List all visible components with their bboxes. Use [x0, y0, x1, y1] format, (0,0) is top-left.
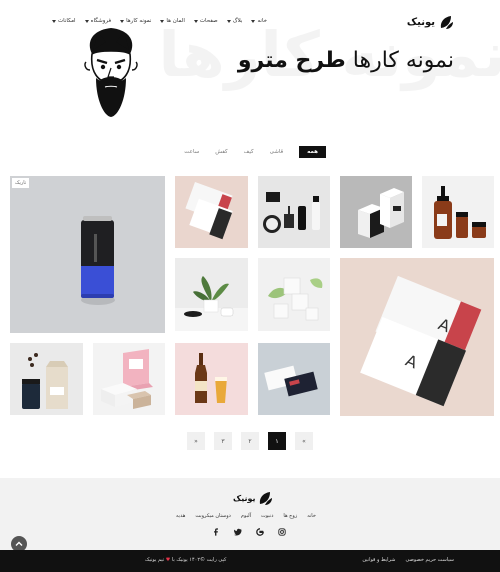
portfolio-item-tag: تاریک: [12, 178, 30, 188]
pink-boxes-image: [101, 349, 153, 409]
bearded-man-illustration: [84, 28, 138, 117]
nav-item-label: خانه: [257, 18, 268, 24]
legal-links: سیاست حریم خصوصی شرایط و قوانین: [362, 557, 454, 563]
copyright-text: کپی رایت ©۱۴۰۲ یونیک با ♥ تیم یونیک: [145, 557, 226, 563]
logo-text: یونیک: [406, 16, 435, 28]
nav-item[interactable]: خانه: [251, 18, 267, 24]
footer-logo[interactable]: یونیک: [233, 490, 273, 506]
portfolio-item-bottles[interactable]: [422, 176, 494, 248]
social-links: [211, 527, 287, 537]
portfolio-item-pink-boxes[interactable]: [93, 343, 165, 415]
portfolio-item-cards[interactable]: [258, 343, 330, 415]
plant-image: [175, 276, 248, 331]
cards-image: [264, 365, 318, 397]
nav-item-label: صفحات: [199, 18, 218, 24]
filter-tab[interactable]: کفش: [215, 146, 227, 158]
site-logo[interactable]: یونیک: [407, 14, 454, 30]
can-image: [81, 216, 115, 305]
bottom-bar: کپی رایت ©۱۴۰۲ یونیک با ♥ تیم یونیک سیاس…: [0, 550, 500, 572]
boxes-image: [358, 188, 404, 238]
portfolio-filters: همه قاشی کیف کفش ساعت: [184, 146, 326, 158]
portfolio-item-leaves-cubes[interactable]: [258, 258, 330, 331]
portfolio-item-boxes[interactable]: [340, 176, 412, 248]
pagination: » ۳ ۲ ۱ «: [187, 432, 313, 450]
chevron-down-icon: [226, 19, 231, 23]
portfolio-item-plant[interactable]: [175, 258, 248, 331]
logo-leaf-icon: [440, 16, 453, 29]
page-button[interactable]: ۱: [268, 432, 286, 450]
site-header: نمونه کارها یونیک خانه بلاگ صفحات المان ها ن…: [0, 0, 500, 150]
facebook-icon[interactable]: [211, 527, 221, 537]
nav-item-label: بلاگ: [232, 18, 243, 24]
bottles-image: [434, 186, 486, 239]
footer-link[interactable]: هدیه: [176, 513, 185, 519]
page-title: نمونه کارها طرح مترو: [238, 48, 454, 73]
portfolio-item-sachets-large[interactable]: A A: [340, 258, 494, 416]
nav-item[interactable]: بلاگ: [226, 18, 243, 24]
nav-item-label: المان ها: [166, 18, 185, 24]
portfolio-item-beer[interactable]: [175, 343, 248, 415]
footer-link[interactable]: زوج ها: [283, 513, 297, 519]
sachets-large-image: A A: [360, 275, 482, 407]
google-icon[interactable]: [255, 527, 265, 537]
portfolio-item-sachets[interactable]: [175, 176, 248, 248]
page-button[interactable]: ۳: [214, 432, 232, 450]
chevron-down-icon: [52, 19, 56, 23]
beer-image: [195, 353, 227, 403]
chevron-down-icon: [84, 19, 89, 23]
coffee-image: [22, 353, 68, 409]
filter-tab[interactable]: قاشی: [270, 146, 284, 158]
footer-links: خانه زوج ها دنبوت آلبوم دوستان میکروبت هدیه: [176, 513, 316, 519]
chevron-down-icon: [160, 19, 165, 23]
chevron-up-icon: [15, 541, 23, 546]
filter-tab[interactable]: همه: [299, 146, 326, 158]
portfolio-item-cosmetics[interactable]: [258, 176, 330, 248]
footer-link[interactable]: دوستان میکروبت: [195, 513, 231, 519]
footer-logo-leaf-icon: [260, 492, 273, 505]
sachets-image: [185, 182, 233, 240]
page-title-bold: طرح مترو: [237, 48, 346, 73]
filter-tab[interactable]: کیف: [244, 146, 254, 158]
leaves-cubes-image: [268, 277, 323, 321]
footer-link[interactable]: آلبوم: [241, 513, 251, 519]
portfolio-item-can[interactable]: تاریک: [10, 176, 165, 333]
cosmetics-image: [263, 192, 320, 233]
chevron-down-icon: [120, 19, 125, 23]
filter-tab[interactable]: ساعت: [184, 146, 199, 158]
footer-link[interactable]: خانه: [307, 513, 316, 519]
page-button[interactable]: »: [187, 432, 205, 450]
heart-icon: ♥: [165, 557, 171, 563]
chevron-down-icon: [193, 19, 198, 23]
copyright-pre: کپی رایت ©۱۴۰۲ یونیک با: [171, 557, 227, 563]
instagram-icon[interactable]: [277, 527, 287, 537]
nav-item[interactable]: صفحات: [193, 18, 218, 24]
legal-link[interactable]: شرایط و قوانین: [362, 557, 395, 563]
page-button[interactable]: «: [295, 432, 313, 450]
portfolio-item-coffee[interactable]: [10, 343, 83, 415]
page-title-normal: نمونه کارها: [352, 48, 454, 73]
site-footer: یونیک خانه زوج ها دنبوت آلبوم دوستان میکروبت…: [0, 478, 500, 550]
nav-item[interactable]: امکانات: [52, 18, 76, 24]
footer-logo-text: یونیک: [233, 493, 256, 503]
copyright-post: تیم یونیک: [145, 557, 165, 563]
nav-item-label: امکانات: [58, 18, 76, 24]
chevron-down-icon: [251, 19, 256, 23]
twitter-icon[interactable]: [233, 527, 243, 537]
page-button[interactable]: ۲: [241, 432, 259, 450]
nav-item[interactable]: المان ها: [160, 18, 185, 24]
footer-link[interactable]: دنبوت: [261, 513, 273, 519]
legal-link[interactable]: سیاست حریم خصوصی: [406, 557, 455, 563]
